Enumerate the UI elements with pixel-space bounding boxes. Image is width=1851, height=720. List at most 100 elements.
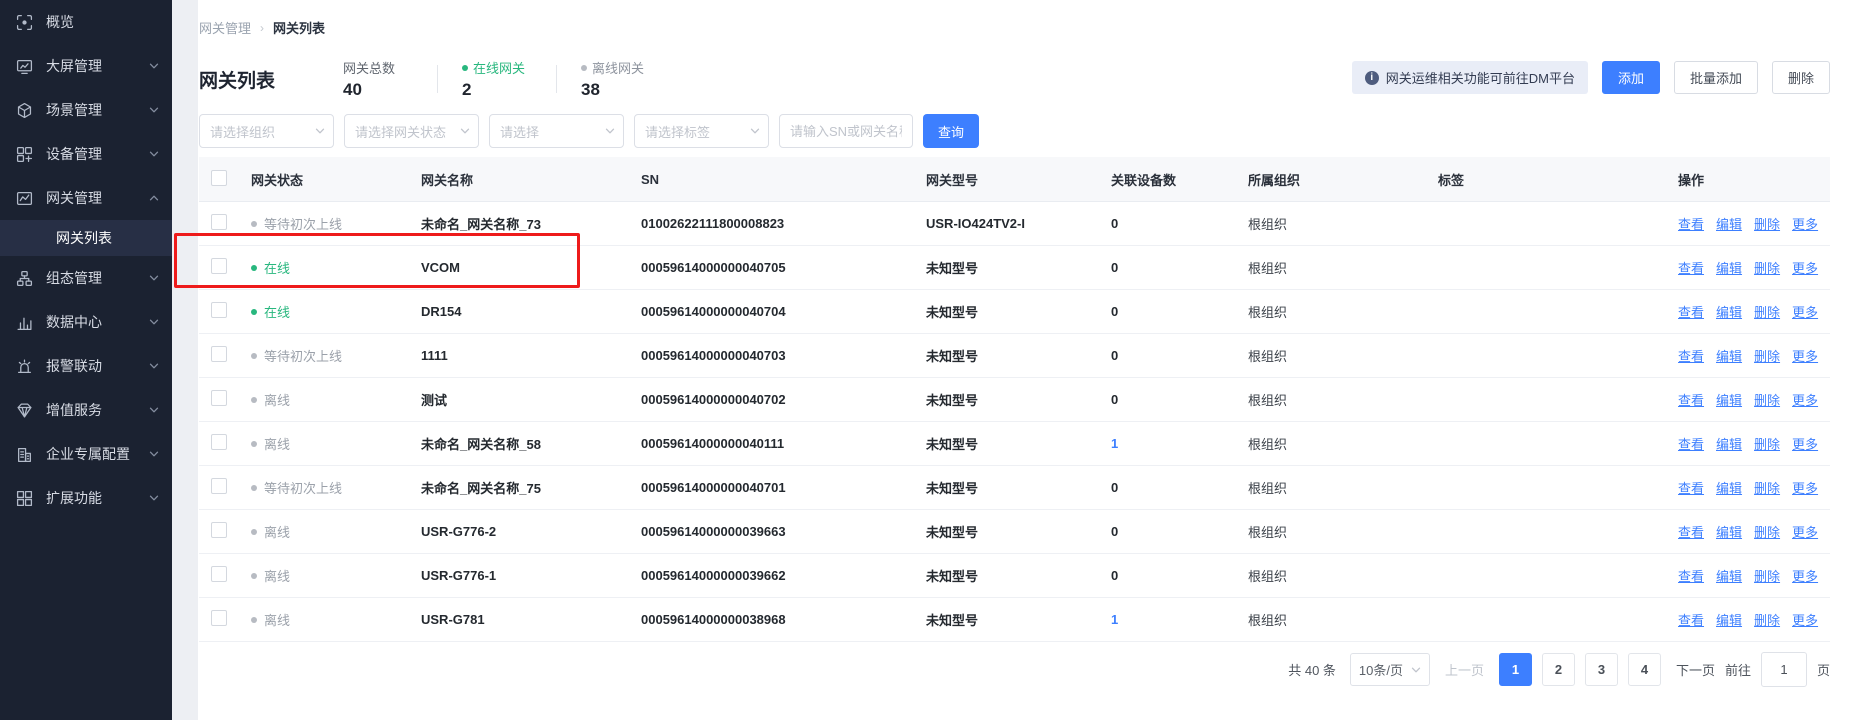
delete-link[interactable]: 删除 <box>1754 522 1780 541</box>
row-checkbox[interactable] <box>211 346 227 362</box>
view-link[interactable]: 查看 <box>1678 302 1704 321</box>
sidebar-item-vas[interactable]: 增值服务 <box>0 388 172 432</box>
page-button-4[interactable]: 4 <box>1628 653 1661 686</box>
sidebar-item-gateway-list[interactable]: 网关列表 <box>0 220 172 256</box>
column-header-3: 网关型号 <box>918 170 1103 189</box>
page-button-2[interactable]: 2 <box>1542 653 1575 686</box>
row-checkbox[interactable] <box>211 522 227 538</box>
more-link[interactable]: 更多 <box>1792 434 1818 453</box>
more-link[interactable]: 更多 <box>1792 478 1818 497</box>
edit-link[interactable]: 编辑 <box>1716 258 1742 277</box>
row-checkbox[interactable] <box>211 478 227 494</box>
more-link[interactable]: 更多 <box>1792 346 1818 365</box>
sidebar-item-overview[interactable]: 概览 <box>0 0 172 44</box>
row-checkbox[interactable] <box>211 434 227 450</box>
page-button-3[interactable]: 3 <box>1585 653 1618 686</box>
row-checkbox[interactable] <box>211 390 227 406</box>
linked-device-count[interactable]: 1 <box>1103 436 1240 451</box>
gateway-name: 1111 <box>413 348 633 363</box>
row-checkbox[interactable] <box>211 302 227 318</box>
batch-add-button[interactable]: 批量添加 <box>1674 61 1758 94</box>
next-page-button[interactable]: 下一页 <box>1676 660 1715 679</box>
edit-link[interactable]: 编辑 <box>1716 434 1742 453</box>
stat-label: 在线网关 <box>462 58 532 77</box>
stat-value: 40 <box>343 80 413 100</box>
query-button[interactable]: 查询 <box>923 114 979 148</box>
row-checkbox-cell <box>199 522 243 541</box>
sidebar-item-scene[interactable]: 场景管理 <box>0 88 172 132</box>
more-link[interactable]: 更多 <box>1792 522 1818 541</box>
scene-icon <box>16 102 33 119</box>
delete-link[interactable]: 删除 <box>1754 478 1780 497</box>
view-link[interactable]: 查看 <box>1678 610 1704 629</box>
delete-link[interactable]: 删除 <box>1754 258 1780 277</box>
status-dot-icon <box>462 65 468 71</box>
status-dot-icon <box>251 485 257 491</box>
chevron-down-icon <box>149 149 159 159</box>
breadcrumb-item-0[interactable]: 网关管理 <box>199 18 251 37</box>
edit-link[interactable]: 编辑 <box>1716 302 1742 321</box>
row-checkbox-cell <box>199 566 243 585</box>
view-link[interactable]: 查看 <box>1678 522 1704 541</box>
sn-search-input[interactable] <box>779 114 913 148</box>
sidebar-item-alarm[interactable]: 报警联动 <box>0 344 172 388</box>
chevron-down-icon <box>149 61 159 71</box>
row-checkbox-cell <box>199 214 243 233</box>
row-checkbox[interactable] <box>211 566 227 582</box>
row-checkbox[interactable] <box>211 258 227 274</box>
edit-link[interactable]: 编辑 <box>1716 390 1742 409</box>
edit-link[interactable]: 编辑 <box>1716 346 1742 365</box>
sidebar-item-label: 大屏管理 <box>46 56 149 76</box>
row-checkbox[interactable] <box>211 610 227 626</box>
goto-page-input[interactable] <box>1761 652 1807 687</box>
edit-link[interactable]: 编辑 <box>1716 522 1742 541</box>
filter-bar: 请选择组织请选择网关状态请选择请选择标签 查询 <box>199 114 1830 148</box>
row-checkbox[interactable] <box>211 214 227 230</box>
delete-link[interactable]: 删除 <box>1754 566 1780 585</box>
view-link[interactable]: 查看 <box>1678 346 1704 365</box>
gateway-sn: 00059614000000040704 <box>633 304 918 319</box>
chevron-down-icon <box>149 493 159 503</box>
delete-link[interactable]: 删除 <box>1754 346 1780 365</box>
view-link[interactable]: 查看 <box>1678 258 1704 277</box>
delete-link[interactable]: 删除 <box>1754 610 1780 629</box>
add-button[interactable]: 添加 <box>1602 61 1660 94</box>
view-link[interactable]: 查看 <box>1678 434 1704 453</box>
filter-select-tag[interactable]: 请选择标签 <box>634 114 769 148</box>
delete-button[interactable]: 删除 <box>1772 61 1830 94</box>
filter-select-gateway-status[interactable]: 请选择网关状态 <box>344 114 479 148</box>
more-link[interactable]: 更多 <box>1792 258 1818 277</box>
more-link[interactable]: 更多 <box>1792 390 1818 409</box>
view-link[interactable]: 查看 <box>1678 214 1704 233</box>
delete-link[interactable]: 删除 <box>1754 214 1780 233</box>
more-link[interactable]: 更多 <box>1792 214 1818 233</box>
edit-link[interactable]: 编辑 <box>1716 566 1742 585</box>
page-button-1[interactable]: 1 <box>1499 653 1532 686</box>
delete-link[interactable]: 删除 <box>1754 390 1780 409</box>
more-link[interactable]: 更多 <box>1792 566 1818 585</box>
sidebar-item-device[interactable]: 设备管理 <box>0 132 172 176</box>
select-all-checkbox[interactable] <box>211 170 227 186</box>
filter-select-generic[interactable]: 请选择 <box>489 114 624 148</box>
delete-link[interactable]: 删除 <box>1754 434 1780 453</box>
sidebar-item-bigscreen[interactable]: 大屏管理 <box>0 44 172 88</box>
view-link[interactable]: 查看 <box>1678 390 1704 409</box>
goto-suffix: 页 <box>1817 660 1830 679</box>
edit-link[interactable]: 编辑 <box>1716 610 1742 629</box>
prev-page-button[interactable]: 上一页 <box>1445 660 1484 679</box>
linked-device-count[interactable]: 1 <box>1103 612 1240 627</box>
sidebar-item-config[interactable]: 组态管理 <box>0 256 172 300</box>
sidebar-item-enterprise[interactable]: 企业专属配置 <box>0 432 172 476</box>
edit-link[interactable]: 编辑 <box>1716 214 1742 233</box>
more-link[interactable]: 更多 <box>1792 610 1818 629</box>
page-size-select[interactable]: 10条/页 <box>1350 653 1430 686</box>
edit-link[interactable]: 编辑 <box>1716 478 1742 497</box>
sidebar-item-gateway[interactable]: 网关管理 <box>0 176 172 220</box>
delete-link[interactable]: 删除 <box>1754 302 1780 321</box>
view-link[interactable]: 查看 <box>1678 478 1704 497</box>
sidebar-item-datacenter[interactable]: 数据中心 <box>0 300 172 344</box>
filter-select-organization[interactable]: 请选择组织 <box>199 114 334 148</box>
more-link[interactable]: 更多 <box>1792 302 1818 321</box>
view-link[interactable]: 查看 <box>1678 566 1704 585</box>
sidebar-item-extension[interactable]: 扩展功能 <box>0 476 172 520</box>
